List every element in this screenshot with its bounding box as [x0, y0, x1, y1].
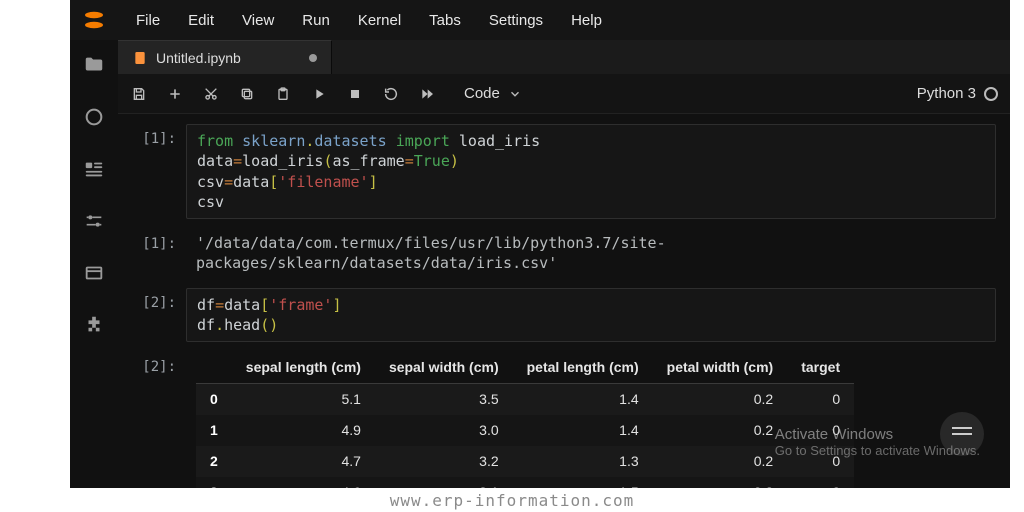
- df-cell: 0.2: [653, 446, 788, 477]
- df-index: 3: [196, 477, 232, 488]
- dataframe-output: sepal length (cm)sepal width (cm)petal l…: [186, 352, 996, 488]
- code-editor[interactable]: df=data['frame'] df.head(): [186, 288, 996, 343]
- run-button[interactable]: [310, 85, 328, 103]
- df-cell: 4.6: [232, 477, 375, 488]
- commands-icon[interactable]: [83, 158, 105, 180]
- menu-settings[interactable]: Settings: [477, 8, 555, 33]
- df-index: 0: [196, 383, 232, 414]
- jupyter-logo-icon: [80, 6, 108, 34]
- tabs-icon[interactable]: [83, 262, 105, 284]
- notebook-icon: [132, 50, 148, 66]
- code-cell[interactable]: [2]: df=data['frame'] df.head(): [124, 288, 996, 343]
- df-cell: 1.3: [513, 446, 653, 477]
- tab-title: Untitled.ipynb: [156, 50, 241, 66]
- output-row: [2]: sepal length (cm)sepal width (cm)pe…: [124, 352, 996, 488]
- df-index: 2: [196, 446, 232, 477]
- df-col-header: sepal length (cm): [232, 352, 375, 383]
- extension-icon[interactable]: [83, 314, 105, 336]
- df-cell: 3.1: [375, 477, 513, 488]
- df-cell: 0.2: [653, 383, 788, 414]
- settings-icon[interactable]: [83, 210, 105, 232]
- kernel-indicator[interactable]: Python 3: [917, 85, 998, 102]
- kernel-status-icon: [984, 87, 998, 101]
- df-cell: 1.5: [513, 477, 653, 488]
- dirty-indicator-icon: [309, 54, 317, 62]
- input-prompt: [2]:: [124, 288, 186, 313]
- dataframe-table: sepal length (cm)sepal width (cm)petal l…: [196, 352, 854, 488]
- df-cell: 0: [787, 446, 854, 477]
- notebook-body[interactable]: [1]: from sklearn.datasets import load_i…: [118, 114, 1010, 488]
- df-cell: 0.2: [653, 415, 788, 446]
- menu-view[interactable]: View: [230, 8, 286, 33]
- kernel-name: Python 3: [917, 85, 976, 102]
- running-icon[interactable]: [83, 106, 105, 128]
- df-cell: 3.5: [375, 383, 513, 414]
- table-row: 14.93.01.40.20: [196, 415, 854, 446]
- df-cell: 0: [787, 383, 854, 414]
- add-cell-button[interactable]: [166, 85, 184, 103]
- activity-bar: [70, 40, 118, 488]
- code-editor[interactable]: from sklearn.datasets import load_iris d…: [186, 124, 996, 219]
- main-panel: Untitled.ipynb Code Python: [118, 40, 1010, 488]
- menu-edit[interactable]: Edit: [176, 8, 226, 33]
- restart-button[interactable]: [382, 85, 400, 103]
- cut-button[interactable]: [202, 85, 220, 103]
- source-url: www.erp-information.com: [0, 491, 1024, 510]
- df-col-header: sepal width (cm): [375, 352, 513, 383]
- run-all-button[interactable]: [418, 85, 436, 103]
- output-prompt: [1]:: [124, 229, 186, 254]
- menu-run[interactable]: Run: [290, 8, 342, 33]
- df-cell: 0: [787, 415, 854, 446]
- cell-type-select[interactable]: Code: [464, 85, 522, 102]
- df-cell: 3.0: [375, 415, 513, 446]
- output-prompt: [2]:: [124, 352, 186, 377]
- menu-kernel[interactable]: Kernel: [346, 8, 413, 33]
- tab-bar: Untitled.ipynb: [118, 40, 1010, 74]
- df-cell: 0.2: [653, 477, 788, 488]
- menu-file[interactable]: File: [124, 8, 172, 33]
- df-cell: 1.4: [513, 415, 653, 446]
- cell-type-label: Code: [464, 85, 500, 102]
- df-col-header: petal length (cm): [513, 352, 653, 383]
- table-row: 24.73.21.30.20: [196, 446, 854, 477]
- table-row: 34.63.11.50.20: [196, 477, 854, 488]
- table-row: 05.13.51.40.20: [196, 383, 854, 414]
- copy-button[interactable]: [238, 85, 256, 103]
- df-cell: 4.7: [232, 446, 375, 477]
- output-row: [1]: '/data/data/com.termux/files/usr/li…: [124, 229, 996, 278]
- tab-untitled[interactable]: Untitled.ipynb: [118, 40, 332, 74]
- chevron-down-icon: [508, 87, 522, 101]
- df-cell: 5.1: [232, 383, 375, 414]
- jupyterlab-window: FileEditViewRunKernelTabsSettingsHelp Un…: [70, 0, 1010, 488]
- df-cell: 1.4: [513, 383, 653, 414]
- save-button[interactable]: [130, 85, 148, 103]
- code-cell[interactable]: [1]: from sklearn.datasets import load_i…: [124, 124, 996, 219]
- df-cell: 3.2: [375, 446, 513, 477]
- input-prompt: [1]:: [124, 124, 186, 149]
- notebook-toolbar: Code Python 3: [118, 74, 1010, 114]
- paste-button[interactable]: [274, 85, 292, 103]
- df-cell: 0: [787, 477, 854, 488]
- df-cell: 4.9: [232, 415, 375, 446]
- stop-button[interactable]: [346, 85, 364, 103]
- floating-menu-icon[interactable]: [940, 412, 984, 456]
- menu-tabs[interactable]: Tabs: [417, 8, 473, 33]
- df-col-header: target: [787, 352, 854, 383]
- folder-icon[interactable]: [83, 54, 105, 76]
- menubar: FileEditViewRunKernelTabsSettingsHelp: [70, 0, 1010, 40]
- df-col-header: petal width (cm): [653, 352, 788, 383]
- df-index: 1: [196, 415, 232, 446]
- menu-help[interactable]: Help: [559, 8, 614, 33]
- text-output: '/data/data/com.termux/files/usr/lib/pyt…: [186, 229, 996, 278]
